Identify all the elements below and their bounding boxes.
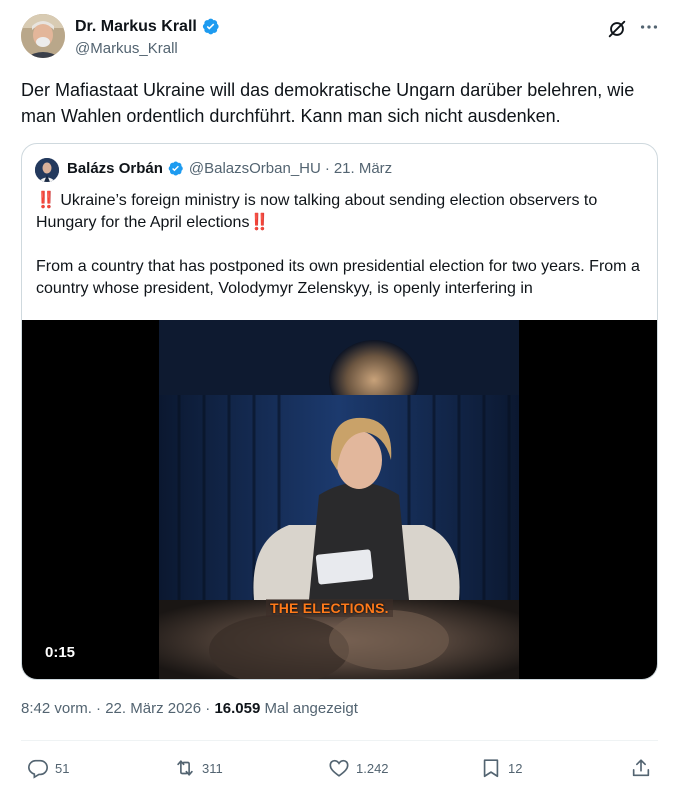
tweet-meta: 8:42 vorm. · 22. März 2026 · 16.059 Mal … — [21, 700, 358, 717]
bookmark-count: 12 — [508, 760, 523, 776]
repost-icon — [177, 760, 193, 776]
quoted-date[interactable]: 21. März — [334, 160, 392, 177]
divider — [21, 740, 658, 741]
more-icon[interactable] — [638, 16, 660, 38]
quoted-avatar[interactable] — [35, 158, 59, 182]
like-count: 1.242 — [356, 760, 389, 776]
quoted-header: Balázs Orbán @BalazsOrban_HU · 21. März — [67, 160, 392, 177]
grok-icon[interactable] — [606, 18, 628, 40]
share-icon — [632, 759, 650, 777]
quoted-tweet[interactable]: Balázs Orbán @BalazsOrban_HU · 21. März … — [21, 143, 658, 680]
author-name-text[interactable]: Dr. Markus Krall — [75, 18, 197, 36]
video-caption: THE ELECTIONS. — [266, 599, 393, 617]
verified-badge-icon — [168, 161, 183, 176]
tweet-date[interactable]: 22. März 2026 — [105, 700, 201, 717]
repost-button[interactable]: 311 — [174, 756, 223, 780]
quoted-text: ‼️ Ukraine’s foreign ministry is now tal… — [36, 190, 646, 300]
video-frame — [159, 320, 519, 679]
quoted-author-handle[interactable]: @BalazsOrban_HU — [189, 160, 321, 177]
bookmark-button[interactable]: 12 — [480, 756, 522, 780]
reply-icon — [28, 759, 48, 779]
views-label: Mal angezeigt — [264, 700, 358, 717]
tweet-text: Der Mafiastaat Ukraine will das demokrat… — [21, 80, 635, 126]
author-handle[interactable]: @Markus_Krall — [75, 40, 178, 57]
like-icon — [329, 759, 349, 777]
reply-count: 51 — [55, 760, 70, 776]
video-player[interactable]: THE ELECTIONS. 0:15 — [22, 320, 657, 679]
share-button[interactable] — [630, 756, 658, 780]
verified-badge-icon — [202, 18, 219, 35]
tweet: Dr. Markus Krall @Markus_Krall Der Mafia… — [0, 0, 678, 786]
quoted-paragraph-2: From a country that has postponed its ow… — [36, 258, 640, 297]
repost-count: 311 — [202, 760, 223, 776]
author-avatar[interactable] — [21, 14, 65, 58]
quoted-author-name[interactable]: Balázs Orbán — [67, 160, 163, 177]
reply-button[interactable]: 51 — [27, 756, 69, 780]
views-count: 16.059 — [214, 700, 261, 717]
video-duration: 0:15 — [45, 644, 76, 661]
separator-dot: · — [205, 700, 211, 717]
separator-dot: · — [96, 700, 102, 717]
like-button[interactable]: 1.242 — [328, 756, 389, 780]
tweet-time[interactable]: 8:42 vorm. — [21, 700, 92, 717]
author-name[interactable]: Dr. Markus Krall — [75, 17, 220, 36]
separator-dot: · — [324, 160, 330, 177]
quoted-paragraph-1: ‼️ Ukraine’s foreign ministry is now tal… — [36, 192, 598, 231]
bookmark-icon — [483, 759, 499, 778]
